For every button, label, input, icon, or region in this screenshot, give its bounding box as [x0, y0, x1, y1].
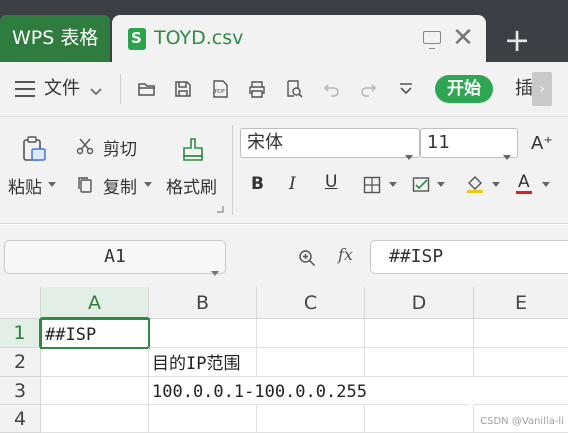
cell-a2[interactable]	[41, 348, 149, 377]
tab-document[interactable]: TOYD.csv ✕	[112, 15, 486, 62]
cell-b1[interactable]	[149, 319, 257, 348]
new-tab-button[interactable]: +	[497, 20, 537, 60]
font-name-value: 宋体	[247, 132, 283, 153]
divider	[120, 74, 121, 104]
copy-dropdown-icon[interactable]	[144, 182, 152, 187]
italic-button[interactable]: I	[289, 174, 296, 194]
open-folder-icon[interactable]	[137, 79, 157, 99]
undo-icon[interactable]	[322, 79, 342, 99]
increase-font-size-button[interactable]: A⁺	[531, 133, 553, 154]
cell-d1[interactable]	[365, 319, 474, 348]
cell-d2[interactable]	[365, 348, 474, 377]
tab-document-title: TOYD.csv	[154, 27, 244, 49]
chevron-down-icon[interactable]	[90, 82, 102, 96]
name-box-value: A1	[104, 246, 126, 267]
borders-icon[interactable]	[363, 176, 381, 194]
cell-style-icon[interactable]	[412, 176, 432, 194]
cell-b4[interactable]	[149, 405, 257, 433]
row-header-1[interactable]: 1	[0, 319, 41, 348]
window-monitor-icon[interactable]	[423, 31, 441, 49]
cut-button[interactable]: 剪切	[103, 135, 137, 160]
menu-bar: 文件 PDF 开始 插 ›	[0, 62, 568, 116]
title-bar: WPS 表格 TOYD.csv ✕ +	[0, 0, 568, 62]
column-header-b[interactable]: B	[149, 287, 257, 319]
ribbon-divider	[232, 125, 233, 215]
copy-button[interactable]: 复制	[103, 173, 137, 198]
cell-c4[interactable]	[257, 405, 365, 433]
cell-e1[interactable]	[474, 319, 568, 348]
formula-input[interactable]: ##ISP	[370, 240, 568, 274]
font-color-button[interactable]: A	[518, 172, 530, 192]
fill-color-dropdown-icon[interactable]	[492, 182, 500, 187]
zoom-icon[interactable]	[298, 249, 316, 271]
redo-icon[interactable]	[358, 79, 378, 99]
font-color-swatch	[516, 191, 532, 194]
save-icon[interactable]	[173, 79, 193, 99]
cell-b2[interactable]: 目的IP范围	[149, 348, 257, 377]
column-header-a[interactable]: A	[41, 287, 149, 319]
name-box[interactable]: A1	[4, 240, 226, 276]
paste-dropdown-icon[interactable]	[48, 182, 56, 187]
font-name-select[interactable]: 宋体	[240, 128, 420, 160]
row-header-2[interactable]: 2	[0, 348, 41, 377]
format-painter-button[interactable]: 格式刷	[166, 173, 217, 198]
cell-e2[interactable]	[474, 348, 568, 377]
fill-color-icon[interactable]	[465, 174, 485, 194]
hamburger-menu-icon[interactable]	[15, 81, 35, 97]
cell-b2-value: 目的IP范围	[152, 354, 241, 374]
cell-c2[interactable]	[257, 348, 365, 377]
row-header-3[interactable]: 3	[0, 377, 41, 405]
chevron-down-icon[interactable]	[211, 255, 219, 287]
cell-e3[interactable]	[474, 377, 568, 405]
copy-icon[interactable]	[77, 176, 93, 194]
chevron-down-icon[interactable]	[503, 141, 511, 169]
formula-bar: A1 fx ##ISP	[0, 225, 568, 287]
cell-b3-value: 100.0.0.1-100.0.0.255	[152, 382, 367, 402]
font-size-select[interactable]: 11	[420, 128, 518, 160]
spreadsheet-grid: A B C D E 1 2 3 4 ##ISP 目的IP范围 100.0.0.1…	[0, 287, 568, 433]
spreadsheet-icon	[128, 28, 146, 50]
cell-a1-value: ##ISP	[45, 325, 97, 345]
print-preview-icon[interactable]	[284, 79, 304, 99]
cell-a1[interactable]: ##ISP	[40, 318, 150, 349]
paste-icon[interactable]	[20, 135, 48, 163]
underline-button[interactable]: U	[325, 172, 337, 192]
font-color-dropdown-icon[interactable]	[542, 182, 550, 187]
column-header-e[interactable]: E	[474, 287, 568, 319]
file-menu[interactable]: 文件	[44, 62, 80, 116]
column-header-d[interactable]: D	[365, 287, 474, 319]
row-header-4[interactable]: 4	[0, 405, 41, 433]
scissors-icon[interactable]	[76, 137, 94, 155]
cell-b3[interactable]: 100.0.0.1-100.0.0.255	[149, 377, 468, 405]
cell-a4[interactable]	[41, 405, 149, 433]
print-icon[interactable]	[247, 79, 267, 99]
close-tab-button[interactable]: ✕	[450, 23, 476, 53]
font-size-value: 11	[427, 132, 450, 153]
paste-button[interactable]: 粘贴	[8, 173, 42, 198]
tab-wps-home[interactable]: WPS 表格	[0, 15, 110, 62]
customize-toolbar-icon[interactable]	[396, 79, 416, 99]
watermark: CSDN @Vanilla-li	[480, 416, 564, 427]
export-pdf-icon[interactable]: PDF	[210, 79, 230, 99]
bold-button[interactable]: B	[251, 174, 264, 194]
cell-c1[interactable]	[257, 319, 365, 348]
select-all-corner[interactable]	[0, 287, 41, 319]
svg-text:PDF: PDF	[215, 89, 226, 95]
menu-scroll-right-button[interactable]: ›	[532, 72, 552, 106]
cell-d4[interactable]	[365, 405, 474, 433]
clipboard-settings-icon[interactable]	[216, 205, 224, 213]
cell-style-dropdown-icon[interactable]	[437, 182, 445, 187]
start-tab-button[interactable]: 开始	[435, 75, 493, 103]
insert-tab[interactable]: 插	[515, 62, 533, 116]
borders-dropdown-icon[interactable]	[389, 182, 397, 187]
ribbon: 粘贴 剪切 复制 格式刷 宋体 11 A⁺ B I U A	[0, 116, 568, 224]
column-header-c[interactable]: C	[257, 287, 365, 319]
chevron-down-icon[interactable]	[405, 141, 413, 169]
cell-a3[interactable]	[41, 377, 149, 405]
insert-function-button[interactable]: fx	[338, 245, 353, 264]
format-painter-icon[interactable]	[182, 137, 206, 163]
